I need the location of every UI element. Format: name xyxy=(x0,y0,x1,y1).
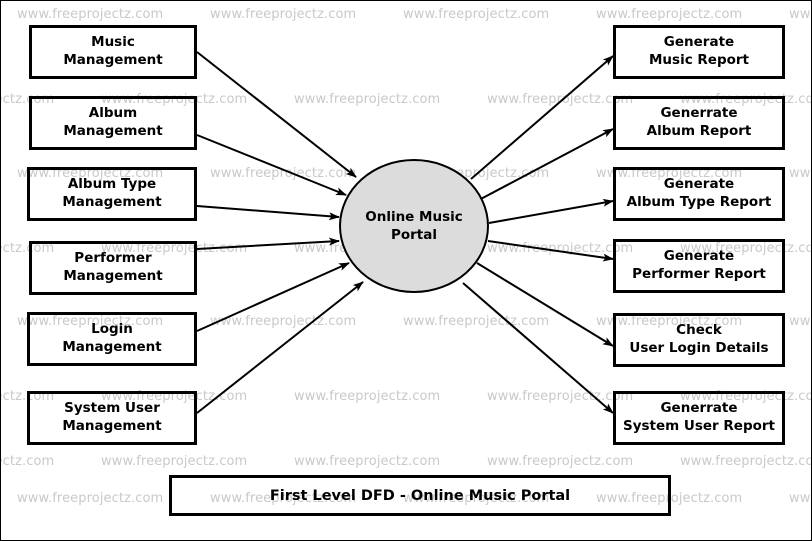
dfd-diagram-canvas: www.freeprojectz.com www.freeprojectz.com… xyxy=(0,0,812,541)
entity-generate-album-type-report[interactable]: Generate Album Type Report xyxy=(613,167,785,221)
entity-music-management-line1: Music xyxy=(91,34,135,51)
entity-performer-management-line2: Management xyxy=(63,268,163,284)
entity-album-type-management[interactable]: Album Type Management xyxy=(27,167,197,221)
entity-login-management[interactable]: Login Management xyxy=(27,312,197,366)
entity-generate-album-type-report-line1: Generate xyxy=(663,176,735,193)
entity-generate-album-type-report-line2: Album Type Report xyxy=(626,194,772,210)
entity-generate-performer-report-line2: Performer Report xyxy=(632,266,766,282)
entity-check-user-login-details-line2: User Login Details xyxy=(629,340,769,356)
entity-album-management[interactable]: Album Management xyxy=(29,96,197,150)
process-label-line2: Music xyxy=(419,208,463,225)
entity-album-type-management-line1: Album Type xyxy=(67,176,157,193)
process-online-music-portal[interactable]: Online Music Portal xyxy=(339,159,489,293)
node-layer: Music Management Album Management Album … xyxy=(1,1,811,540)
entity-generate-music-report[interactable]: Generate Music Report xyxy=(613,25,785,79)
entity-generate-music-report-line2: Music Report xyxy=(648,52,749,68)
diagram-caption: First Level DFD - Online Music Portal xyxy=(169,475,671,516)
entity-check-user-login-details-line1: Check xyxy=(676,322,722,339)
entity-system-user-management-line2: Management xyxy=(62,418,162,434)
entity-performer-management-line1: Performer xyxy=(74,250,152,267)
entity-generate-system-user-report[interactable]: Generrate System User Report xyxy=(613,391,785,445)
entity-login-management-line2: Management xyxy=(62,339,162,355)
entity-system-user-management-line1: System User xyxy=(64,400,160,417)
entity-generate-performer-report[interactable]: Generate Performer Report xyxy=(613,239,785,293)
entity-system-user-management[interactable]: System User Management xyxy=(27,391,197,445)
entity-album-type-management-line2: Management xyxy=(62,194,162,210)
process-label-line3: Portal xyxy=(390,227,438,243)
entity-music-management[interactable]: Music Management xyxy=(29,25,197,79)
entity-generate-album-report[interactable]: Generrate Album Report xyxy=(613,96,785,150)
entity-generate-album-report-line1: Generrate xyxy=(660,105,738,122)
process-label-line1: Online xyxy=(365,208,415,225)
entity-music-management-line2: Management xyxy=(63,52,163,68)
entity-check-user-login-details[interactable]: Check User Login Details xyxy=(613,313,785,367)
entity-album-management-line1: Album xyxy=(88,105,138,122)
diagram-caption-text: First Level DFD - Online Music Portal xyxy=(269,487,571,504)
entity-login-management-line1: Login xyxy=(91,321,133,338)
entity-generate-album-report-line2: Album Report xyxy=(646,123,752,139)
entity-album-management-line2: Management xyxy=(63,123,163,139)
entity-performer-management[interactable]: Performer Management xyxy=(29,241,197,295)
entity-generate-music-report-line1: Generate xyxy=(663,34,735,51)
entity-generate-system-user-report-line1: Generrate xyxy=(660,400,738,417)
entity-generate-performer-report-line1: Generate xyxy=(663,248,735,265)
entity-generate-system-user-report-line2: System User Report xyxy=(622,418,776,434)
